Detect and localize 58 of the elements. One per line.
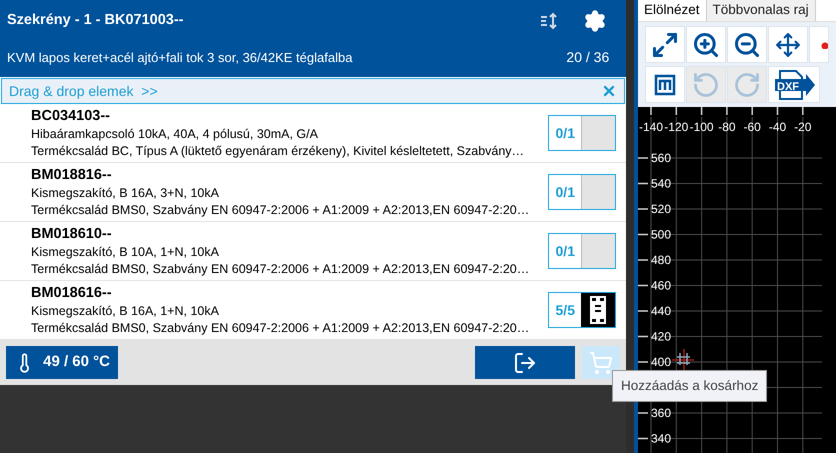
product-row[interactable]: BC034103-- Hibaáramkapcsoló 10kA, 40A, 4 pólusú, 30mA, G/A Termékcsalád BC, Típus A (lüktető egyenáram érzékeny), Kivitel késleltetett, Szabvány… 0/1	[0, 104, 626, 163]
quantity-count: 0/1	[554, 182, 576, 202]
axis-label: 420	[651, 330, 672, 344]
axis-label: -100	[690, 120, 714, 134]
axis-label: -60	[744, 120, 761, 134]
product-code: BM018816--	[31, 166, 113, 185]
export-button[interactable]	[475, 346, 576, 379]
axis-label: -40	[768, 120, 786, 134]
temperature-reading: 49 / 60 °C	[43, 352, 110, 372]
product-row[interactable]: BM018610-- Kismegszakító, B 10A, 1+N, 10kA Termékcsalád BMS0, Szabvány EN 60947-2:2006 + A1:2009 + A2:2013,EN 60947-2:20… 0/1	[0, 222, 626, 281]
zoom-in-button[interactable]	[686, 26, 726, 63]
axis-label: 360	[651, 406, 672, 420]
axis-label: 520	[651, 202, 672, 216]
fit-view-button[interactable]	[645, 26, 685, 63]
tooltip: Hozzáadás a kosárhoz	[612, 370, 768, 402]
file-arrow-icon	[774, 69, 816, 101]
axis-label: 400	[651, 355, 672, 369]
axis-label: -80	[718, 120, 736, 134]
move-button[interactable]	[768, 26, 808, 63]
exit-icon	[513, 350, 538, 374]
cabinet-title: Szekrény - 1 - BK071003--	[7, 11, 184, 30]
axis-label: 340	[651, 432, 672, 446]
cabinet-description: KVM lapos keret+acél ajtó+fali tok 3 sor, 36/42KE téglafalba	[7, 48, 352, 67]
product-row[interactable]: BM018816-- Kismegszakító, B 16A, 3+N, 10kA Termékcsalád BMS0, Szabvány EN 60947-2:2006 + A1:2009 + A2:2013,EN 60947-2:20… 0/1	[0, 163, 626, 222]
product-code: BC034103--	[31, 107, 111, 126]
axis-label: -20	[794, 120, 812, 134]
settings-icon[interactable]	[583, 9, 608, 33]
axis-label: 440	[651, 304, 672, 318]
axis-label: 560	[651, 151, 672, 165]
axis-label: -120	[664, 120, 688, 134]
product-name: Kismegszakító, B 10A, 1+N, 10kA	[31, 244, 220, 261]
module-button[interactable]	[645, 66, 685, 103]
product-name: Hibaáramkapcsoló 10kA, 40A, 4 pólusú, 30mA, G/A	[31, 126, 319, 143]
module-icon	[654, 74, 676, 96]
view-tab[interactable]: Többvonalas raj	[706, 0, 816, 21]
axis-label: 460	[651, 278, 672, 292]
quantity-count: 0/1	[554, 124, 576, 142]
product-details: Termékcsalád BMS0, Szabvány EN 60947-2:2006 + A1:2009 + A2:2013,EN 60947-2:20…	[31, 320, 530, 337]
axis-label: -140	[638, 120, 664, 134]
product-code: BM018610--	[31, 225, 113, 244]
zoom-out-button[interactable]	[727, 26, 767, 63]
slot-counter: 20 / 36	[566, 48, 610, 67]
product-details: Termékcsalád BMS0, Szabvány EN 60947-2:2006 + A1:2009 + A2:2013,EN 60947-2:20…	[31, 202, 530, 219]
quantity-count: 5/5	[554, 300, 576, 320]
product-name: Kismegszakító, B 16A, 3+N, 10kA	[31, 185, 220, 202]
axis-label: 500	[651, 228, 672, 242]
product-details: Termékcsalád BMS0, Szabvány EN 60947-2:2006 + A1:2009 + A2:2013,EN 60947-2:20…	[31, 261, 530, 278]
drag-drop-label: Drag & drop elemek >>	[9, 82, 158, 101]
dxf-export-button[interactable]: DXF	[768, 66, 820, 103]
quantity-count: 0/1	[554, 242, 576, 260]
crosshair-marker	[672, 348, 694, 372]
product-code: BM018616--	[31, 284, 113, 303]
marker-button[interactable]	[809, 26, 829, 63]
product-details: Termékcsalád BC, Típus A (lüktető egyenáram érzékeny), Kivitel késleltetett, Szabvány…	[31, 143, 526, 160]
cart-icon	[589, 350, 614, 374]
product-name: Kismegszakító, B 16A, 1+N, 10kA	[31, 303, 220, 320]
axis-label: 480	[651, 253, 672, 267]
axis-label: 540	[651, 176, 672, 190]
